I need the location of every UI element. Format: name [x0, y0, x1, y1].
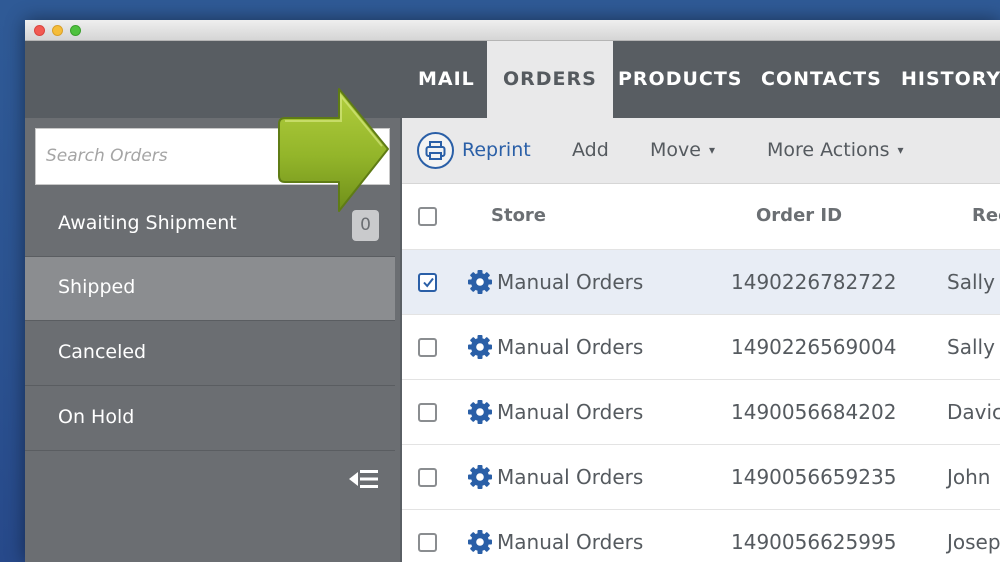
chevron-down-icon: ▾ [708, 143, 715, 157]
sidebar-item-shipped[interactable]: Shipped [25, 257, 395, 321]
cell-recipient: Sally [947, 270, 995, 294]
sidebar-item-canceled[interactable]: Canceled [25, 322, 395, 386]
minimize-window-button[interactable] [52, 25, 63, 36]
table-row[interactable]: Manual Orders 1490056625995 Josep [402, 510, 1000, 562]
gear-icon [468, 335, 492, 359]
main-panel: Reprint Add Move ▾ More Actions ▾ Store Or… [402, 118, 1000, 562]
sidebar-item-label: On Hold [58, 406, 135, 428]
toolbar: Reprint Add Move ▾ More Actions ▾ [402, 118, 1000, 184]
gear-icon [468, 530, 492, 554]
reprint-button[interactable]: Reprint [462, 139, 531, 161]
table-row[interactable]: Manual Orders 1490056684202 Davic [402, 380, 1000, 445]
table-row[interactable]: Manual Orders 1490056659235 John [402, 445, 1000, 510]
row-checkbox[interactable] [418, 338, 437, 357]
checkmark-icon [423, 277, 434, 288]
printer-glyph [425, 141, 446, 160]
cell-store: Manual Orders [497, 465, 644, 489]
top-nav: MAIL ORDERS PRODUCTS CONTACTS HISTORY ▾ [25, 41, 1000, 118]
row-checkbox[interactable] [418, 533, 437, 552]
close-window-button[interactable] [34, 25, 45, 36]
select-all-checkbox[interactable] [418, 207, 437, 226]
printer-icon[interactable] [417, 132, 454, 169]
search-placeholder: Search Orders [46, 146, 168, 166]
more-actions-label: More Actions [767, 139, 890, 161]
cell-recipient: Josep [947, 530, 1000, 554]
tab-mail[interactable]: MAIL [402, 41, 491, 118]
pointer-arrow [278, 88, 389, 212]
cell-order-id: 1490226782722 [731, 270, 897, 294]
cell-order-id: 1490056684202 [731, 400, 897, 424]
cell-recipient: John [947, 465, 991, 489]
gear-icon [468, 400, 492, 424]
table-row[interactable]: Manual Orders 1490226569004 Sally [402, 315, 1000, 380]
cell-store: Manual Orders [497, 530, 644, 554]
move-label: Move [650, 139, 701, 161]
collapse-sidebar-icon[interactable] [348, 467, 380, 491]
row-checkbox[interactable] [418, 468, 437, 487]
add-button[interactable]: Add [572, 139, 609, 161]
zoom-window-button[interactable] [70, 25, 81, 36]
app-window: MAIL ORDERS PRODUCTS CONTACTS HISTORY ▾ … [25, 20, 1000, 562]
more-actions-button[interactable]: More Actions ▾ [767, 139, 904, 161]
tab-contacts[interactable]: CONTACTS [745, 41, 898, 118]
cell-store: Manual Orders [497, 335, 644, 359]
row-checkbox[interactable] [418, 403, 437, 422]
chevron-down-icon: ▾ [897, 143, 904, 157]
gear-icon [468, 465, 492, 489]
column-header-store[interactable]: Store [491, 205, 546, 226]
tab-products[interactable]: PRODUCTS [602, 41, 759, 118]
tab-history-label: HISTORY [901, 68, 1000, 90]
sidebar-item-label: Awaiting Shipment [58, 212, 237, 234]
cell-order-id: 1490226569004 [731, 335, 897, 359]
move-button[interactable]: Move ▾ [650, 139, 715, 161]
tab-orders[interactable]: ORDERS [487, 41, 613, 118]
gear-icon [468, 270, 492, 294]
table-header: Store Order ID Recip [402, 184, 1000, 250]
column-header-recipient[interactable]: Recip [972, 205, 1000, 226]
row-checkbox[interactable] [418, 273, 437, 292]
cell-store: Manual Orders [497, 400, 644, 424]
title-bar [25, 20, 1000, 41]
cell-order-id: 1490056659235 [731, 465, 897, 489]
cell-recipient: Davic [947, 400, 1000, 424]
table-row[interactable]: Manual Orders 1490226782722 Sally [402, 250, 1000, 315]
cell-store: Manual Orders [497, 270, 644, 294]
cell-recipient: Sally [947, 335, 995, 359]
sidebar-item-on-hold[interactable]: On Hold [25, 387, 395, 451]
sidebar-item-label: Shipped [58, 276, 136, 298]
cell-order-id: 1490056625995 [731, 530, 897, 554]
column-header-order-id[interactable]: Order ID [756, 205, 842, 226]
sidebar-item-label: Canceled [58, 341, 147, 363]
tab-history[interactable]: HISTORY ▾ [885, 41, 1000, 118]
